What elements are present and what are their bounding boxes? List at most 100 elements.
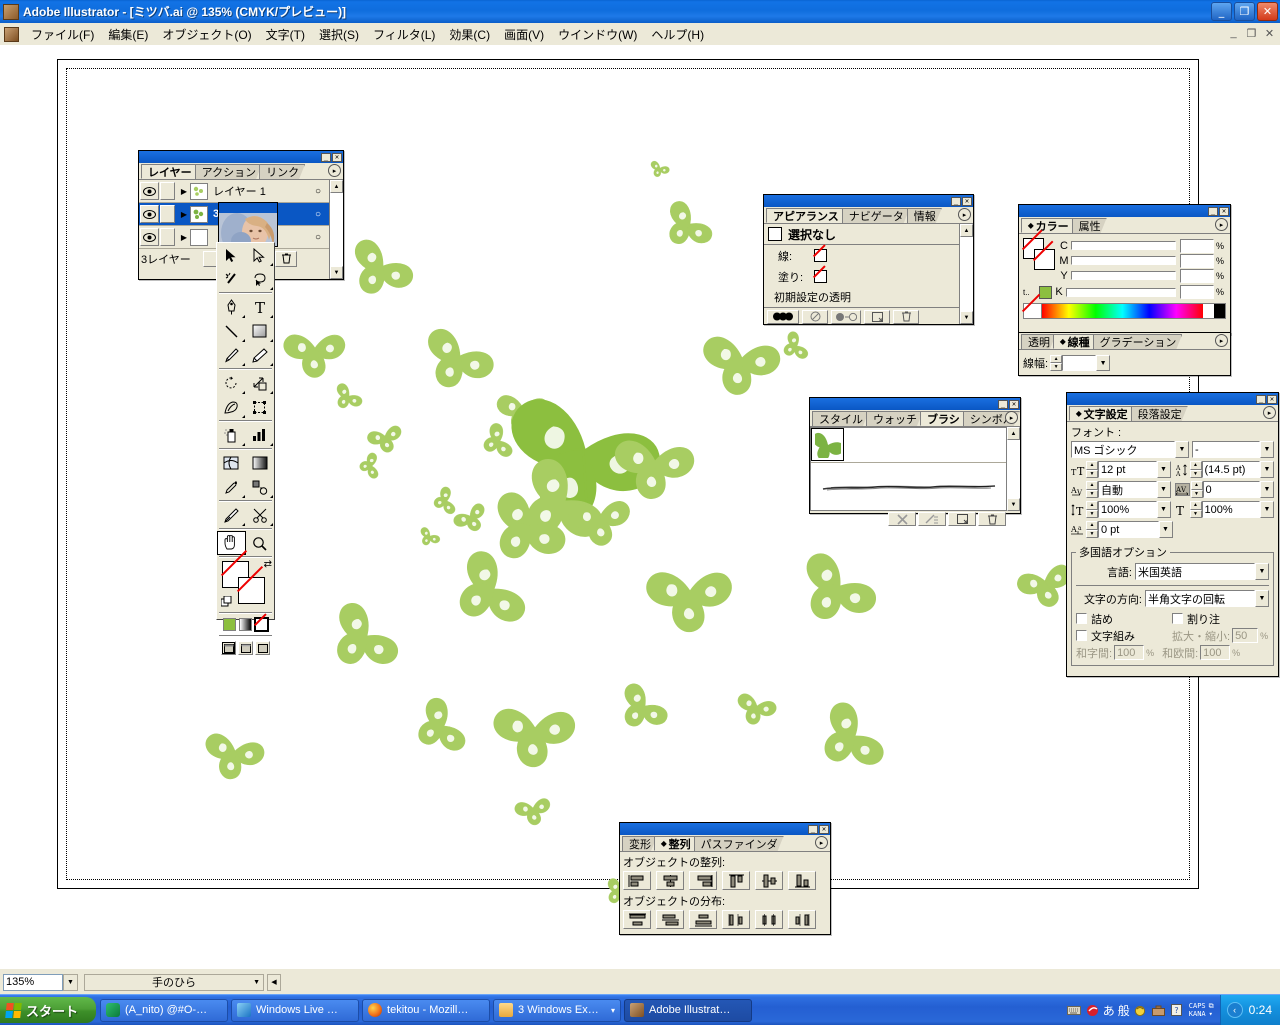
ime-kana-mode[interactable]: あ xyxy=(1103,1002,1115,1019)
tab-stroke[interactable]: ⬥ 線種 xyxy=(1053,334,1096,349)
brush-row-1[interactable] xyxy=(811,428,1006,463)
character-palette[interactable]: _ ✕ ⬥ 文字設定 段落設定 ▸ フォント : MS ゴシック ▼ - ▼ T… xyxy=(1066,392,1279,677)
zoom-tool[interactable] xyxy=(246,531,275,555)
document-close-button[interactable]: ✕ xyxy=(1262,26,1277,40)
minimize-button[interactable]: _ xyxy=(1211,2,1232,21)
leading-input[interactable]: (14.5 pt) xyxy=(1201,461,1260,478)
align-hcenter-icon[interactable] xyxy=(656,871,684,890)
none-swatch[interactable] xyxy=(255,618,268,631)
pencil-tool[interactable] xyxy=(246,343,275,367)
channel-slider-y[interactable] xyxy=(1071,271,1176,280)
tab-character[interactable]: ⬥ 文字設定 xyxy=(1069,406,1134,421)
expand-icon[interactable]: ▶ xyxy=(178,210,190,219)
magic-wand-tool[interactable] xyxy=(217,267,246,291)
brushes-palette[interactable]: _ ✕ スタイル ウォッチ ブラシ シンボル ▸ ▲ ▼ xyxy=(809,397,1021,526)
font-style-input[interactable]: - xyxy=(1192,441,1260,458)
channel-value-y[interactable] xyxy=(1180,268,1214,283)
taskbar-item-3[interactable]: 3 Windows Ex… ▾ xyxy=(493,998,622,1022)
font-size-dropdown[interactable]: ▼ xyxy=(1156,461,1171,478)
scroll-down-arrow[interactable]: ▼ xyxy=(1007,498,1020,511)
tab-info[interactable]: 情報 xyxy=(907,208,942,223)
layer-target-indicator[interactable]: ○ xyxy=(307,186,329,197)
distribute-bottom-icon[interactable] xyxy=(689,910,717,929)
ime-help-icon[interactable]: ? xyxy=(1169,1003,1184,1018)
standard-screen-icon[interactable] xyxy=(221,641,236,655)
scroll-down-arrow[interactable]: ▼ xyxy=(330,266,343,279)
tab-transform[interactable]: 変形 xyxy=(622,836,657,851)
rectangle-tool[interactable] xyxy=(246,319,275,343)
channel-slider-c[interactable] xyxy=(1071,241,1176,250)
scroll-up-arrow[interactable]: ▲ xyxy=(960,224,973,237)
mojigumi-checkbox-wrap[interactable]: 文字組み xyxy=(1076,628,1172,644)
direct-selection-tool[interactable] xyxy=(246,243,275,267)
align-vcenter-icon[interactable] xyxy=(755,871,783,890)
align-palette-menu-icon[interactable]: ▸ xyxy=(815,836,828,849)
spectrum-gradient[interactable] xyxy=(1042,304,1203,318)
scroll-track[interactable] xyxy=(960,237,973,311)
tab-styles[interactable]: スタイル xyxy=(812,411,869,426)
last-color-swatch[interactable] xyxy=(1039,285,1052,299)
tsume-checkbox-wrap[interactable]: 詰め xyxy=(1076,611,1172,627)
menu-file[interactable]: ファイル(F) xyxy=(24,24,101,45)
menu-window[interactable]: ウインドウ(W) xyxy=(551,24,644,45)
zoom-level-dropdown[interactable]: ▼ xyxy=(63,973,78,991)
tab-attributes[interactable]: 属性 xyxy=(1072,218,1107,233)
align-palette-titlebar[interactable]: _ ✕ xyxy=(620,823,830,835)
lock-toggle[interactable] xyxy=(160,205,175,223)
scroll-up-arrow[interactable]: ▲ xyxy=(1007,427,1020,440)
close-button[interactable]: ✕ xyxy=(1257,2,1278,21)
menu-object[interactable]: オブジェクト(O) xyxy=(155,24,258,45)
system-clock[interactable]: 0:24 xyxy=(1249,1003,1272,1017)
character-close-button[interactable]: ✕ xyxy=(1267,394,1277,404)
channel-slider-k[interactable] xyxy=(1066,287,1176,297)
appearance-palette[interactable]: _ ✕ アピアランス ナビゲータ 情報 ▸ 選択なし 線: 塗り: 初期設定の透… xyxy=(763,194,974,325)
menu-view[interactable]: 画面(V) xyxy=(497,24,551,45)
character-palette-titlebar[interactable]: _ ✕ xyxy=(1067,393,1278,405)
layer-name[interactable]: レイヤー 1 xyxy=(208,183,307,199)
brush-row-2[interactable] xyxy=(811,463,1006,511)
tracking-input[interactable]: 0 xyxy=(1202,481,1260,498)
scroll-down-arrow[interactable]: ▼ xyxy=(960,311,973,324)
warp-tool[interactable] xyxy=(217,395,246,419)
eyedropper-tool[interactable] xyxy=(217,475,246,499)
align-palette[interactable]: _ ✕ 変形 ⬥ 整列 パスファインダ ▸ オブジェクトの整列: オブジェクトの… xyxy=(619,822,831,935)
lasso-tool[interactable] xyxy=(246,267,275,291)
options-icon[interactable] xyxy=(918,512,946,526)
distribute-left-icon[interactable] xyxy=(722,910,750,929)
appearance-scrollbar[interactable]: ▲ ▼ xyxy=(959,224,973,324)
ime-toolbox-icon[interactable] xyxy=(1151,1003,1166,1018)
new-brush-icon[interactable] xyxy=(948,512,976,526)
gradient-tool[interactable] xyxy=(246,451,275,475)
vertical-scale-dropdown[interactable]: ▼ xyxy=(1156,501,1171,518)
align-close-button[interactable]: ✕ xyxy=(819,824,829,834)
expand-icon[interactable]: ▶ xyxy=(178,233,190,242)
menu-effect[interactable]: 効果(C) xyxy=(442,24,497,45)
font-size-stepper[interactable]: ▲ ▼ xyxy=(1086,461,1098,478)
character-palette-menu-icon[interactable]: ▸ xyxy=(1263,406,1276,419)
align-top-icon[interactable] xyxy=(722,871,750,890)
stroke-none-swatch[interactable] xyxy=(238,577,265,604)
tab-layers[interactable]: レイヤー xyxy=(141,164,198,179)
scale-input[interactable]: 50 xyxy=(1232,628,1259,643)
stroke-weight-stepper[interactable]: ▲ ▼ xyxy=(1050,355,1063,371)
layers-minimize-button[interactable]: _ xyxy=(321,152,331,162)
appearance-palette-titlebar[interactable]: _ ✕ xyxy=(764,195,973,207)
align-minimize-button[interactable]: _ xyxy=(808,824,818,834)
spectrum-none-swatch[interactable] xyxy=(1024,304,1042,318)
brushes-palette-menu-icon[interactable]: ▸ xyxy=(1005,411,1018,424)
current-tool-display[interactable]: 手のひら ▼ xyxy=(84,973,264,991)
menu-help[interactable]: ヘルプ(H) xyxy=(644,24,711,45)
color-channel-c[interactable]: C % xyxy=(1057,238,1226,253)
menu-filter[interactable]: フィルタ(L) xyxy=(366,24,442,45)
warichu-checkbox[interactable] xyxy=(1172,613,1183,624)
align-right-icon[interactable] xyxy=(689,871,717,890)
tab-links[interactable]: リンク xyxy=(259,164,305,179)
clover-brush[interactable] xyxy=(811,428,844,461)
layers-palette-menu-icon[interactable]: ▸ xyxy=(328,164,341,177)
free-transform-tool[interactable] xyxy=(246,395,275,419)
language-input[interactable]: 米国英語 xyxy=(1135,563,1255,580)
full-screen-icon[interactable] xyxy=(255,641,270,655)
tab-navigator[interactable]: ナビゲータ xyxy=(842,208,910,223)
layers-palette-titlebar[interactable]: _ ✕ xyxy=(139,151,343,163)
gradient-swatch[interactable] xyxy=(239,618,252,631)
